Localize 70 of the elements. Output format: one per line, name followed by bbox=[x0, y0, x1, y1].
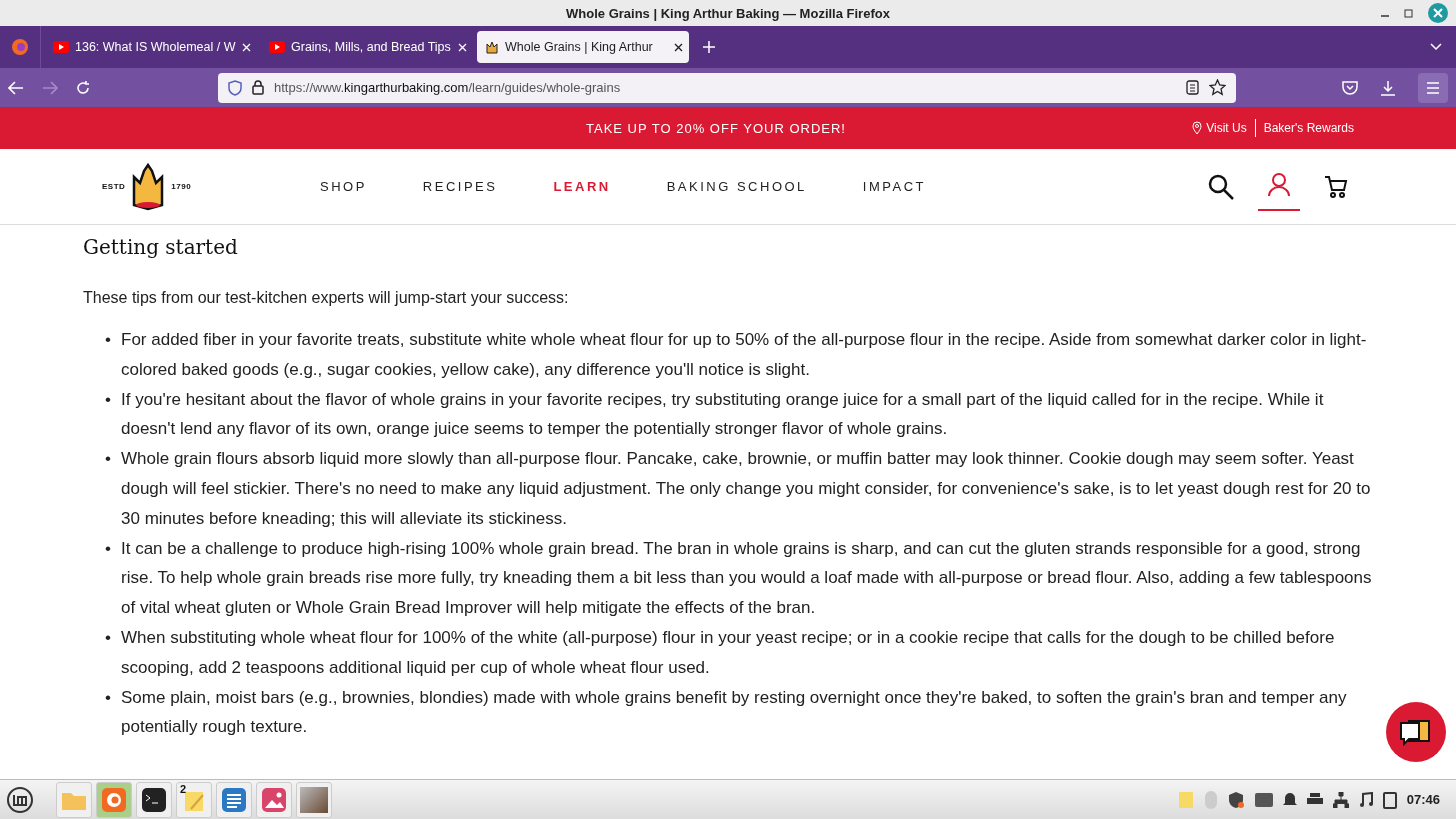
map-pin-icon bbox=[1192, 121, 1203, 135]
logo-text: ESTD bbox=[102, 182, 126, 191]
close-icon[interactable] bbox=[674, 42, 683, 52]
tip-text: If you're hesitant about the flavor of whole grains in your favorite recipes, try substituting orange juice for a small part of the liquid called for in the recipe. While it doesn't lend any flavor of its own, orange juice seems to temper the potentially stronger flavor of whole grains. bbox=[121, 388, 1325, 441]
shield-icon[interactable] bbox=[1226, 790, 1245, 809]
pocket-icon[interactable] bbox=[1342, 80, 1358, 95]
tip-text: When substituting whole wheat flour for 100% of the white (all-purpose) flour in your yeast recipe; or in a cookie recipe that calls for the dough to be chilled before scooping, add 2 teaspoons additional liquid per cup of whole wheat flour used. bbox=[121, 626, 1336, 679]
chevron-down-icon[interactable] bbox=[1430, 43, 1442, 51]
back-arrow-icon[interactable] bbox=[8, 80, 24, 95]
tip-text: It can be a challenge to produce high-rising 100% whole grain bread. The bran in whole grains is sharp, and can cut the gluten strands responsible for a good, strong rise. To help whole grain breads rise more fully, try kneading them a bit less than you would a loaf made with all-purpose or bread flour. Also, adding a few tablespoons of vital wheat gluten or Whole Grain Bread Improver will help mitigate the effects of the bran. bbox=[121, 537, 1373, 620]
reload-icon[interactable] bbox=[76, 80, 90, 95]
printer-icon[interactable] bbox=[1306, 792, 1323, 807]
promo-text: TAKE UP TO 20% OFF YOUR ORDER! bbox=[586, 120, 846, 136]
nav-link[interactable]: BAKING SCHOOL bbox=[666, 179, 807, 194]
nav-link[interactable]: SHOP bbox=[320, 179, 367, 194]
address-bar[interactable]: https://www.kingarthurbaking.com/learn/guides/whole-grains bbox=[218, 72, 1236, 103]
promo-link[interactable]: Baker's Rewards bbox=[1263, 121, 1354, 135]
taskbar-app[interactable] bbox=[136, 781, 172, 818]
person-icon bbox=[1268, 172, 1290, 197]
browser-tab[interactable]: Grains, Mills, and Bread Tips bbox=[261, 31, 473, 63]
logo-text: 1790 bbox=[171, 182, 192, 191]
tip-text: Some plain, moist bars (e.g., brownies, blondies) made with whole grains benefit by resting overnight once they're baked, to soften the grain's bran and temper any potentially rough texture. bbox=[121, 686, 1348, 739]
bullet: • bbox=[105, 388, 111, 411]
bullet: • bbox=[105, 537, 111, 560]
shield-icon bbox=[228, 79, 242, 96]
cart-icon[interactable] bbox=[1324, 174, 1348, 199]
browser-tab[interactable]: 136: What IS Wholemeal / W bbox=[45, 31, 257, 63]
nav-link[interactable]: LEARN bbox=[553, 179, 611, 194]
promo-link[interactable]: Visit Us bbox=[1192, 121, 1247, 135]
url-text: https://www.kingarthurbaking.com/learn/guides/whole-grains bbox=[274, 80, 622, 95]
bullet: • bbox=[105, 329, 111, 351]
image-viewer-icon bbox=[261, 786, 287, 813]
lock-icon bbox=[252, 80, 264, 95]
menu-icon[interactable] bbox=[1418, 72, 1448, 103]
terminal-icon bbox=[141, 786, 167, 813]
bell-icon[interactable] bbox=[1282, 791, 1297, 808]
nav-link[interactable]: RECIPES bbox=[422, 179, 498, 194]
window-count: 2 bbox=[180, 782, 187, 795]
restore-icon[interactable] bbox=[1404, 8, 1414, 18]
video-icon bbox=[53, 41, 69, 53]
chat-bread-icon bbox=[1399, 718, 1433, 746]
section-heading: Getting started bbox=[83, 235, 239, 259]
video-icon bbox=[269, 41, 285, 53]
taskbar-app[interactable]: 2 bbox=[176, 781, 212, 818]
nav-link[interactable]: IMPACT bbox=[862, 179, 926, 194]
photo-placeholder bbox=[300, 786, 328, 813]
browser-tab[interactable]: Whole Grains | King Arthur bbox=[477, 31, 689, 63]
firefox-icon bbox=[101, 786, 127, 813]
clock: 07:46 bbox=[1406, 792, 1440, 807]
star-icon[interactable] bbox=[1209, 79, 1226, 96]
tip-text: Whole grain flours absorb liquid more slowly than all-purpose flour. Pancake, cake, brownie, or muffin batter may look thinner. Cookie dough may seem softer. Yeast dough will feel stickier. There's no need to make any liquid adjustment. The only change you might consider, for convenience's sake, is to let yeast dough rest for 20 to 30 minutes before kneading; this will alleviate its stickiness. bbox=[121, 448, 1372, 530]
download-icon[interactable] bbox=[1380, 79, 1396, 96]
window-title: Whole Grains | King Arthur Baking — Mozilla Firefox bbox=[566, 5, 890, 21]
account-button[interactable] bbox=[1258, 172, 1300, 211]
mint-menu-icon[interactable] bbox=[6, 785, 34, 814]
plus-icon[interactable] bbox=[703, 41, 715, 53]
bullet: • bbox=[105, 626, 111, 649]
firefox-icon[interactable] bbox=[11, 38, 29, 56]
search-icon[interactable] bbox=[1208, 173, 1234, 200]
bullet: • bbox=[105, 686, 111, 709]
crown-icon bbox=[485, 40, 499, 54]
reader-view-icon[interactable] bbox=[1186, 80, 1199, 95]
intro-text: These tips from our test-kitchen experts will jump-start your success: bbox=[83, 289, 570, 307]
bullet: • bbox=[105, 448, 111, 471]
crown-logo-icon bbox=[131, 162, 166, 211]
music-note-icon[interactable] bbox=[1358, 791, 1373, 808]
document-icon bbox=[221, 786, 247, 813]
chat-button[interactable] bbox=[1386, 702, 1446, 762]
network-icon[interactable] bbox=[1332, 791, 1349, 808]
tip-text: For added fiber in your favorite treats, substitute white whole wheat flour for up to 50% of the all-purpose flour in the recipe. Aside from somewhat darker color in light-colored baked goods (e.g., sugar cookies, yellow cake), any difference you'll notice is slight. bbox=[121, 329, 1368, 381]
